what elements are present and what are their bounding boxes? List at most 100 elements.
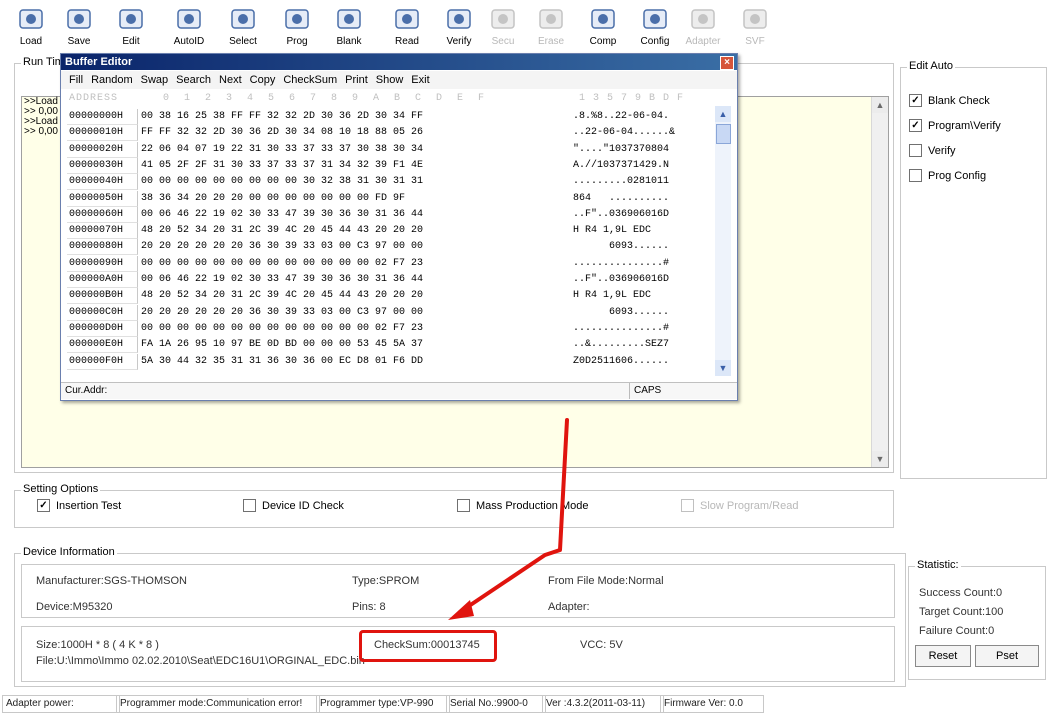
toolbar-button-edit[interactable]: Edit bbox=[104, 2, 158, 50]
menu-item-show[interactable]: Show bbox=[376, 74, 404, 86]
hex-row[interactable]: 00000030H 41 05 2F 2F 31 30 33 37 33 37 3… bbox=[67, 157, 713, 174]
hex-row-bytes: 38 36 34 20 20 20 00 00 00 00 00 00 00 F… bbox=[141, 192, 406, 204]
scroll-thumb[interactable] bbox=[716, 124, 731, 144]
scroll-up-icon[interactable]: ▲ bbox=[872, 97, 888, 113]
hex-row-bytes: 48 20 52 34 20 31 2C 39 4C 20 45 44 43 2… bbox=[141, 225, 424, 237]
hex-row[interactable]: 00000060H 00 06 46 22 19 02 30 33 47 39 3… bbox=[67, 206, 713, 223]
edit-document-icon bbox=[116, 6, 146, 34]
checkbox-label: Slow Program/Read bbox=[700, 499, 799, 512]
hex-row[interactable]: 000000F0H 5A 30 44 32 35 31 31 36 30 36 0… bbox=[67, 353, 713, 370]
blank-check-icon bbox=[334, 6, 364, 34]
menu-item-copy[interactable]: Copy bbox=[250, 74, 276, 86]
toolbar-button-comp[interactable]: Comp bbox=[576, 2, 630, 50]
edit-auto-checkbox-3[interactable]: Prog Config bbox=[909, 169, 986, 182]
hex-row[interactable]: 00000070H 48 20 52 34 20 31 2C 39 4C 20 4… bbox=[67, 223, 713, 240]
hex-row[interactable]: 000000E0H FA 1A 26 95 10 97 BE 0D BD 00 0… bbox=[67, 337, 713, 354]
edit-auto-checkbox-0[interactable]: ✓ Blank Check bbox=[909, 94, 990, 107]
hex-row-bytes: 5A 30 44 32 35 31 31 36 30 36 00 EC D8 0… bbox=[141, 355, 424, 367]
checkbox-checked-icon: ✓ bbox=[909, 94, 922, 107]
hex-row[interactable]: 00000050H 38 36 34 20 20 20 00 00 00 00 0… bbox=[67, 190, 713, 207]
toolbar-button-svf[interactable]: SVF bbox=[728, 2, 782, 50]
menu-item-swap[interactable]: Swap bbox=[141, 74, 169, 86]
edit-auto-checkbox-2[interactable]: Verify bbox=[909, 144, 956, 157]
buffer-editor-window[interactable]: Buffer Editor × Fill Random Swap Search Next… bbox=[60, 53, 738, 401]
hex-row-address: 000000E0H bbox=[67, 337, 138, 354]
checkbox-label: Blank Check bbox=[928, 94, 990, 107]
current-address: Cur.Addr: bbox=[65, 385, 108, 396]
menu-item-print[interactable]: Print bbox=[345, 74, 368, 86]
setting-checkbox-0[interactable]: ✓ Insertion Test bbox=[37, 499, 121, 512]
menu-item-fill[interactable]: Fill bbox=[69, 74, 83, 86]
toolbar-button-read[interactable]: Read bbox=[380, 2, 434, 50]
hex-row-bytes: 00 00 00 00 00 00 00 00 00 00 00 00 00 0… bbox=[141, 257, 424, 269]
reset-button[interactable]: Reset bbox=[915, 645, 971, 667]
toolbar-button-adapter[interactable]: Adapter bbox=[676, 2, 730, 50]
hex-row[interactable]: 00000090H 00 00 00 00 00 00 00 00 00 00 0… bbox=[67, 255, 713, 272]
edit-auto-checkbox-1[interactable]: ✓ Program\Verify bbox=[909, 119, 1001, 132]
target-count: Target Count:100 bbox=[919, 606, 1004, 618]
hex-row-ascii: ...............# bbox=[573, 322, 670, 334]
toolbar-button-autoid[interactable]: AutoID bbox=[162, 2, 216, 50]
scroll-up-icon[interactable]: ▲ bbox=[715, 106, 731, 122]
buffer-scrollbar[interactable]: ▲ ▼ bbox=[715, 106, 731, 376]
menu-item-checksum[interactable]: CheckSum bbox=[283, 74, 337, 86]
hex-row-address: 000000D0H bbox=[67, 320, 138, 337]
toolbar-button-load[interactable]: Load bbox=[4, 2, 58, 50]
setting-checkbox-1[interactable]: Device ID Check bbox=[243, 499, 344, 512]
lock-icon bbox=[488, 6, 518, 34]
device-information-panel: Device Information Manufacturer:SGS-THOM… bbox=[14, 546, 906, 687]
hex-row[interactable]: 00000020H 22 06 04 07 19 22 31 30 33 37 3… bbox=[67, 141, 713, 158]
hex-row-address: 00000050H bbox=[67, 190, 138, 207]
hex-row-ascii: ..F"..036906016D bbox=[573, 274, 670, 285]
hex-row[interactable]: 00000000H 00 38 16 25 38 FF FF 32 32 2D 3… bbox=[67, 109, 713, 125]
setting-checkbox-2[interactable]: Mass Production Mode bbox=[457, 499, 589, 512]
status-programmer-type: Programmer type:VP-990 bbox=[316, 695, 450, 713]
hex-grid[interactable]: ADDRESS 0 1 2 3 4 5 6 7 8 9 A B C D E F … bbox=[67, 92, 713, 378]
hex-row[interactable]: 000000A0H 00 06 46 22 19 02 30 33 47 39 3… bbox=[67, 272, 713, 288]
hex-row[interactable]: 00000080H 20 20 20 20 20 20 36 30 39 33 0… bbox=[67, 239, 713, 256]
toolbar-button-select[interactable]: Select bbox=[216, 2, 270, 50]
hex-row-bytes: 00 06 46 22 19 02 30 33 47 39 30 36 30 3… bbox=[141, 208, 424, 220]
failure-count: Failure Count:0 bbox=[919, 625, 995, 637]
toolbar-button-secu[interactable]: Secu bbox=[476, 2, 530, 50]
toolbar-button-save[interactable]: Save bbox=[52, 2, 106, 50]
toolbar-button-erase[interactable]: Erase bbox=[524, 2, 578, 50]
file-path-value: File:U:\Immo\Immo 02.02.2010\Seat\EDC16U… bbox=[36, 655, 365, 667]
scroll-down-icon[interactable]: ▼ bbox=[715, 360, 731, 376]
hex-row-ascii: "...."1037370804 bbox=[573, 143, 670, 155]
hex-row[interactable]: 000000C0H 20 20 20 20 20 20 36 30 39 33 0… bbox=[67, 304, 713, 321]
compare-icon bbox=[588, 6, 618, 34]
status-bar: Adapter power: Programmer mode:Communica… bbox=[0, 693, 1052, 713]
svf-chip-icon bbox=[740, 6, 770, 34]
eraser-icon bbox=[536, 6, 566, 34]
menu-item-random[interactable]: Random bbox=[91, 74, 133, 86]
scroll-down-icon[interactable]: ▼ bbox=[872, 451, 888, 467]
menu-item-next[interactable]: Next bbox=[219, 74, 242, 86]
hex-row[interactable]: 000000D0H 00 00 00 00 00 00 00 00 00 00 0… bbox=[67, 320, 713, 337]
hex-row-ascii: ..&.........SEZ7 bbox=[573, 339, 670, 351]
buffer-editor-title-bar[interactable]: Buffer Editor × bbox=[61, 54, 737, 70]
hex-row-bytes: 41 05 2F 2F 31 30 33 37 33 37 31 34 32 3… bbox=[141, 159, 424, 171]
pset-button[interactable]: Pset bbox=[975, 645, 1039, 667]
hex-row[interactable]: 000000B0H 48 20 52 34 20 31 2C 39 4C 20 4… bbox=[67, 288, 713, 305]
hex-row-bytes: 48 20 52 34 20 31 2C 39 4C 20 45 44 43 2… bbox=[141, 290, 424, 302]
menu-item-exit[interactable]: Exit bbox=[411, 74, 429, 86]
toolbar-button-config[interactable]: Config bbox=[628, 2, 682, 50]
hex-row-bytes: 00 06 46 22 19 02 30 33 47 39 30 36 30 3… bbox=[141, 274, 424, 285]
toolbar-button-label: AutoID bbox=[173, 36, 205, 47]
hex-row[interactable]: 00000040H 00 00 00 00 00 00 00 00 00 30 3… bbox=[67, 174, 713, 191]
close-icon[interactable]: × bbox=[720, 56, 734, 70]
status-adapter-power: Adapter power: bbox=[2, 695, 120, 713]
toolbar-button-blank[interactable]: Blank bbox=[322, 2, 376, 50]
hex-row-address: 00000070H bbox=[67, 223, 138, 240]
run-time-scrollbar[interactable]: ▲ ▼ bbox=[871, 97, 888, 467]
toolbar-button-prog[interactable]: Prog bbox=[270, 2, 324, 50]
hex-row[interactable]: 00000010H FF FF 32 32 2D 30 36 2D 30 34 0… bbox=[67, 125, 713, 142]
edit-auto-title: Edit Auto bbox=[907, 60, 956, 72]
hex-row-ascii: A.//1037371429.N bbox=[573, 159, 670, 171]
folder-open-icon bbox=[16, 6, 46, 34]
hex-row-address: 000000B0H bbox=[67, 288, 138, 305]
hex-row-address: 00000020H bbox=[67, 141, 138, 158]
toolbar-button-label: Blank bbox=[336, 36, 362, 47]
menu-item-search[interactable]: Search bbox=[176, 74, 211, 86]
